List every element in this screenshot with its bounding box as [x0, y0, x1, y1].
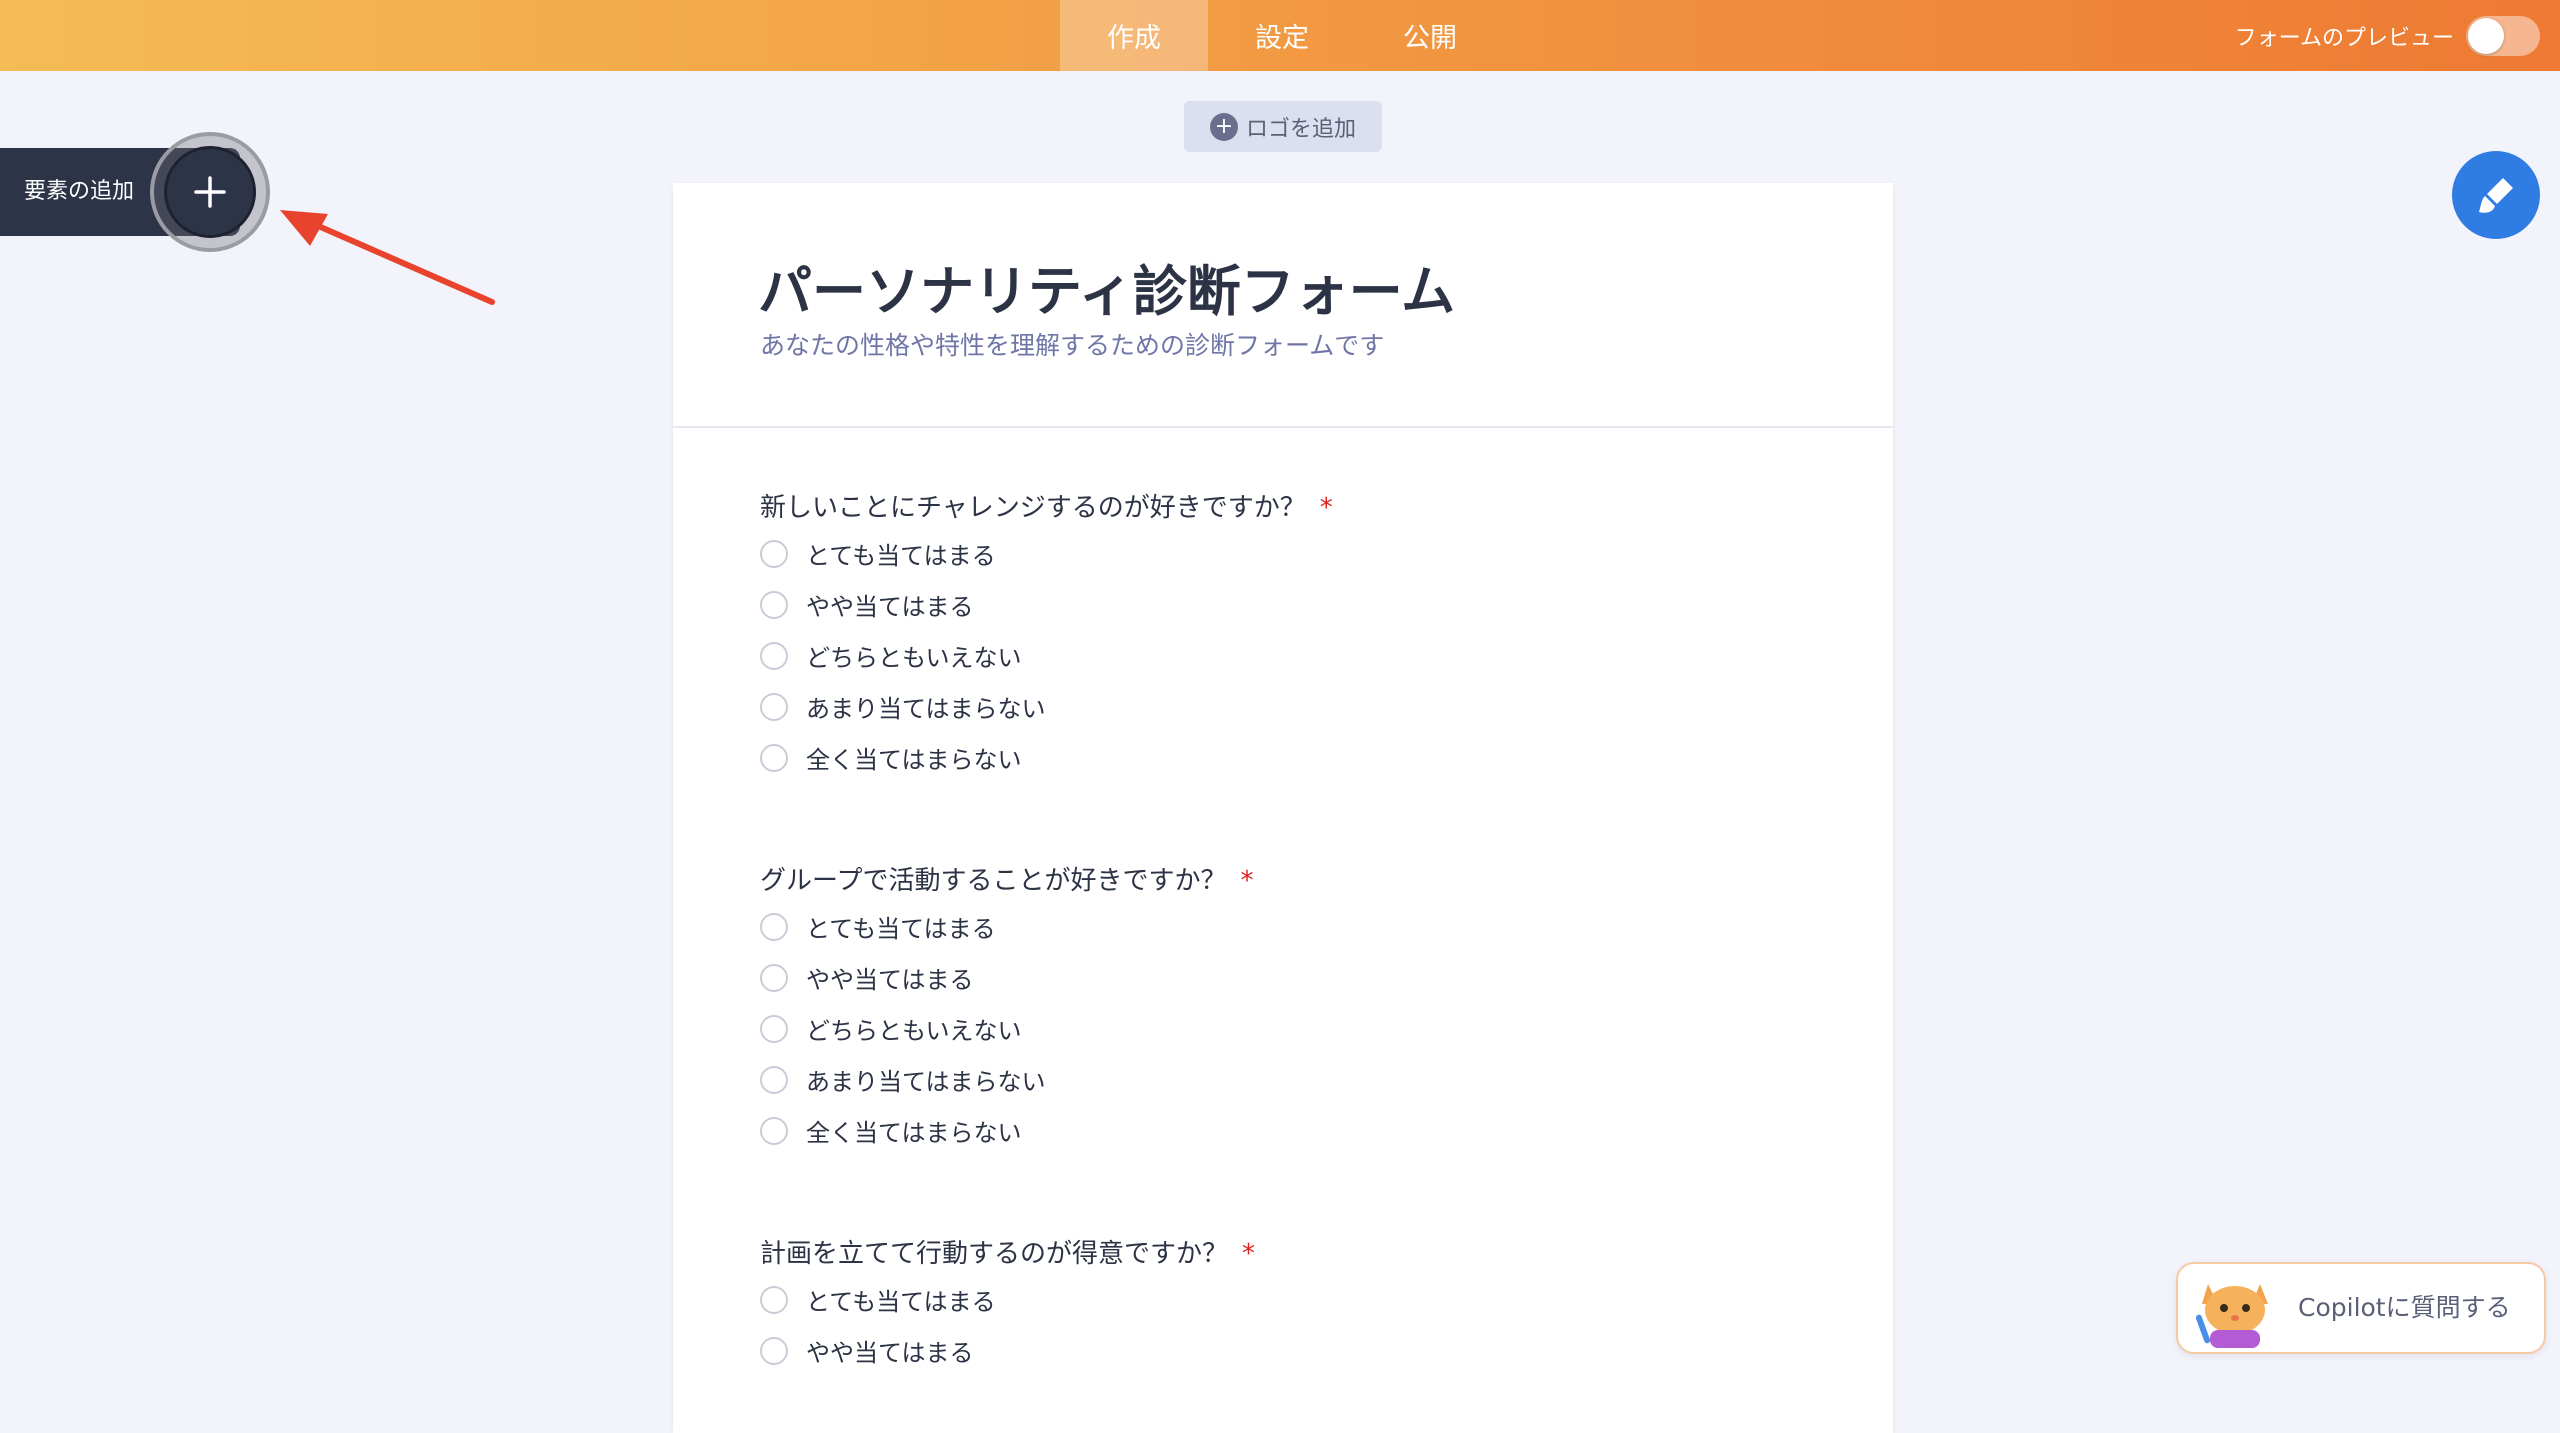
add-logo-label: ロゴを追加 [1245, 116, 1356, 142]
radio-button[interactable] [760, 641, 788, 670]
radio-option[interactable]: やや当てはまる [760, 579, 1333, 630]
radio-option[interactable]: あまり当てはまらない [760, 1054, 1253, 1105]
toggle-knob [2468, 17, 2504, 54]
question-label: グループで活動することが好きですか？ * [760, 861, 1253, 901]
radio-button[interactable] [760, 692, 788, 721]
cat-avatar-icon [2195, 1284, 2268, 1348]
form-title[interactable]: パーソナリティ診断フォーム [758, 247, 1455, 326]
tab-build[interactable]: 作成 [1060, 0, 1208, 71]
radio-option[interactable]: 全く当てはまらない [760, 1105, 1253, 1156]
question-3[interactable]: 計画を立てて行動するのが得意ですか？ * とても当てはまる やや当てはまる [760, 1234, 1255, 1376]
radio-option[interactable]: どちらともいえない [760, 1003, 1253, 1054]
add-logo-button[interactable]: + ロゴを追加 [1184, 101, 1382, 152]
radio-option[interactable]: やや当てはまる [760, 952, 1253, 1003]
option-label: とても当てはまる [806, 542, 996, 570]
question-text: グループで活動することが好きですか？ [760, 866, 1227, 896]
question-label: 新しいことにチャレンジするのが好きですか？ * [760, 488, 1333, 528]
top-bar: 作成 設定 公開 フォームのプレビュー [0, 0, 2560, 71]
form-preview: フォームのプレビュー [2235, 0, 2540, 71]
add-element-label: 要素の追加 [24, 179, 135, 204]
option-label: どちらともいえない [806, 644, 1022, 672]
form-subtitle[interactable]: あなたの性格や特性を理解するための診断フォームです [760, 326, 1384, 362]
radio-option[interactable]: とても当てはまる [760, 901, 1253, 952]
option-label: 全く当てはまらない [806, 1119, 1022, 1147]
plus-icon [194, 176, 226, 208]
tab-publish[interactable]: 公開 [1356, 0, 1504, 71]
radio-option[interactable]: あまり当てはまらない [760, 681, 1333, 732]
radio-option[interactable]: 全く当てはまらない [760, 732, 1333, 783]
radio-button[interactable] [760, 1116, 788, 1145]
option-label: あまり当てはまらない [806, 695, 1046, 723]
required-mark: * [1319, 493, 1333, 523]
radio-option[interactable]: やや当てはまる [760, 1325, 1255, 1376]
form-designer-button[interactable] [2452, 151, 2540, 239]
option-label: やや当てはまる [806, 966, 974, 994]
builder-tabs: 作成 設定 公開 [1060, 0, 1504, 71]
arrow-annotation [280, 210, 495, 305]
form-card: パーソナリティ診断フォーム あなたの性格や特性を理解するための診断フォームです … [673, 183, 1893, 1433]
radio-button[interactable] [760, 539, 788, 568]
option-label: あまり当てはまらない [806, 1068, 1046, 1096]
required-mark: * [1240, 866, 1254, 896]
question-1[interactable]: 新しいことにチャレンジするのが好きですか？ * とても当てはまる やや当てはまる … [760, 488, 1333, 783]
radio-button[interactable] [760, 1065, 788, 1094]
radio-button[interactable] [760, 1285, 788, 1314]
radio-option[interactable]: とても当てはまる [760, 528, 1333, 579]
tab-settings[interactable]: 設定 [1208, 0, 1356, 71]
option-label: 全く当てはまらない [806, 746, 1022, 774]
option-label: やや当てはまる [806, 593, 974, 621]
radio-button[interactable] [760, 912, 788, 941]
radio-option[interactable]: とても当てはまる [760, 1274, 1255, 1325]
option-label: やや当てはまる [806, 1339, 974, 1367]
preview-label: フォームのプレビュー [2234, 25, 2454, 51]
option-label: とても当てはまる [806, 915, 996, 943]
question-label: 計画を立てて行動するのが得意ですか？ * [760, 1234, 1255, 1274]
form-header[interactable]: パーソナリティ診断フォーム あなたの性格や特性を理解するための診断フォームです [673, 183, 1893, 428]
copilot-button[interactable]: Copilotに質問する [2176, 1262, 2546, 1354]
plus-circle-icon: + [1209, 112, 1238, 141]
question-text: 計画を立てて行動するのが得意ですか？ [760, 1239, 1229, 1269]
radio-option[interactable]: どちらともいえない [760, 630, 1333, 681]
copilot-label: Copilotに質問する [2298, 1293, 2511, 1322]
radio-button[interactable] [760, 1336, 788, 1365]
radio-button[interactable] [760, 963, 788, 992]
add-element-button[interactable] [164, 146, 256, 238]
radio-button[interactable] [760, 1014, 788, 1043]
required-mark: * [1242, 1239, 1256, 1269]
option-label: どちらともいえない [806, 1017, 1022, 1045]
option-label: とても当てはまる [806, 1288, 996, 1316]
question-2[interactable]: グループで活動することが好きですか？ * とても当てはまる やや当てはまる どちら… [760, 861, 1253, 1156]
radio-button[interactable] [760, 743, 788, 772]
paint-brush-icon [2479, 178, 2513, 213]
radio-button[interactable] [760, 590, 788, 619]
question-text: 新しいことにチャレンジするのが好きですか？ [760, 493, 1306, 523]
preview-toggle[interactable] [2466, 15, 2540, 56]
